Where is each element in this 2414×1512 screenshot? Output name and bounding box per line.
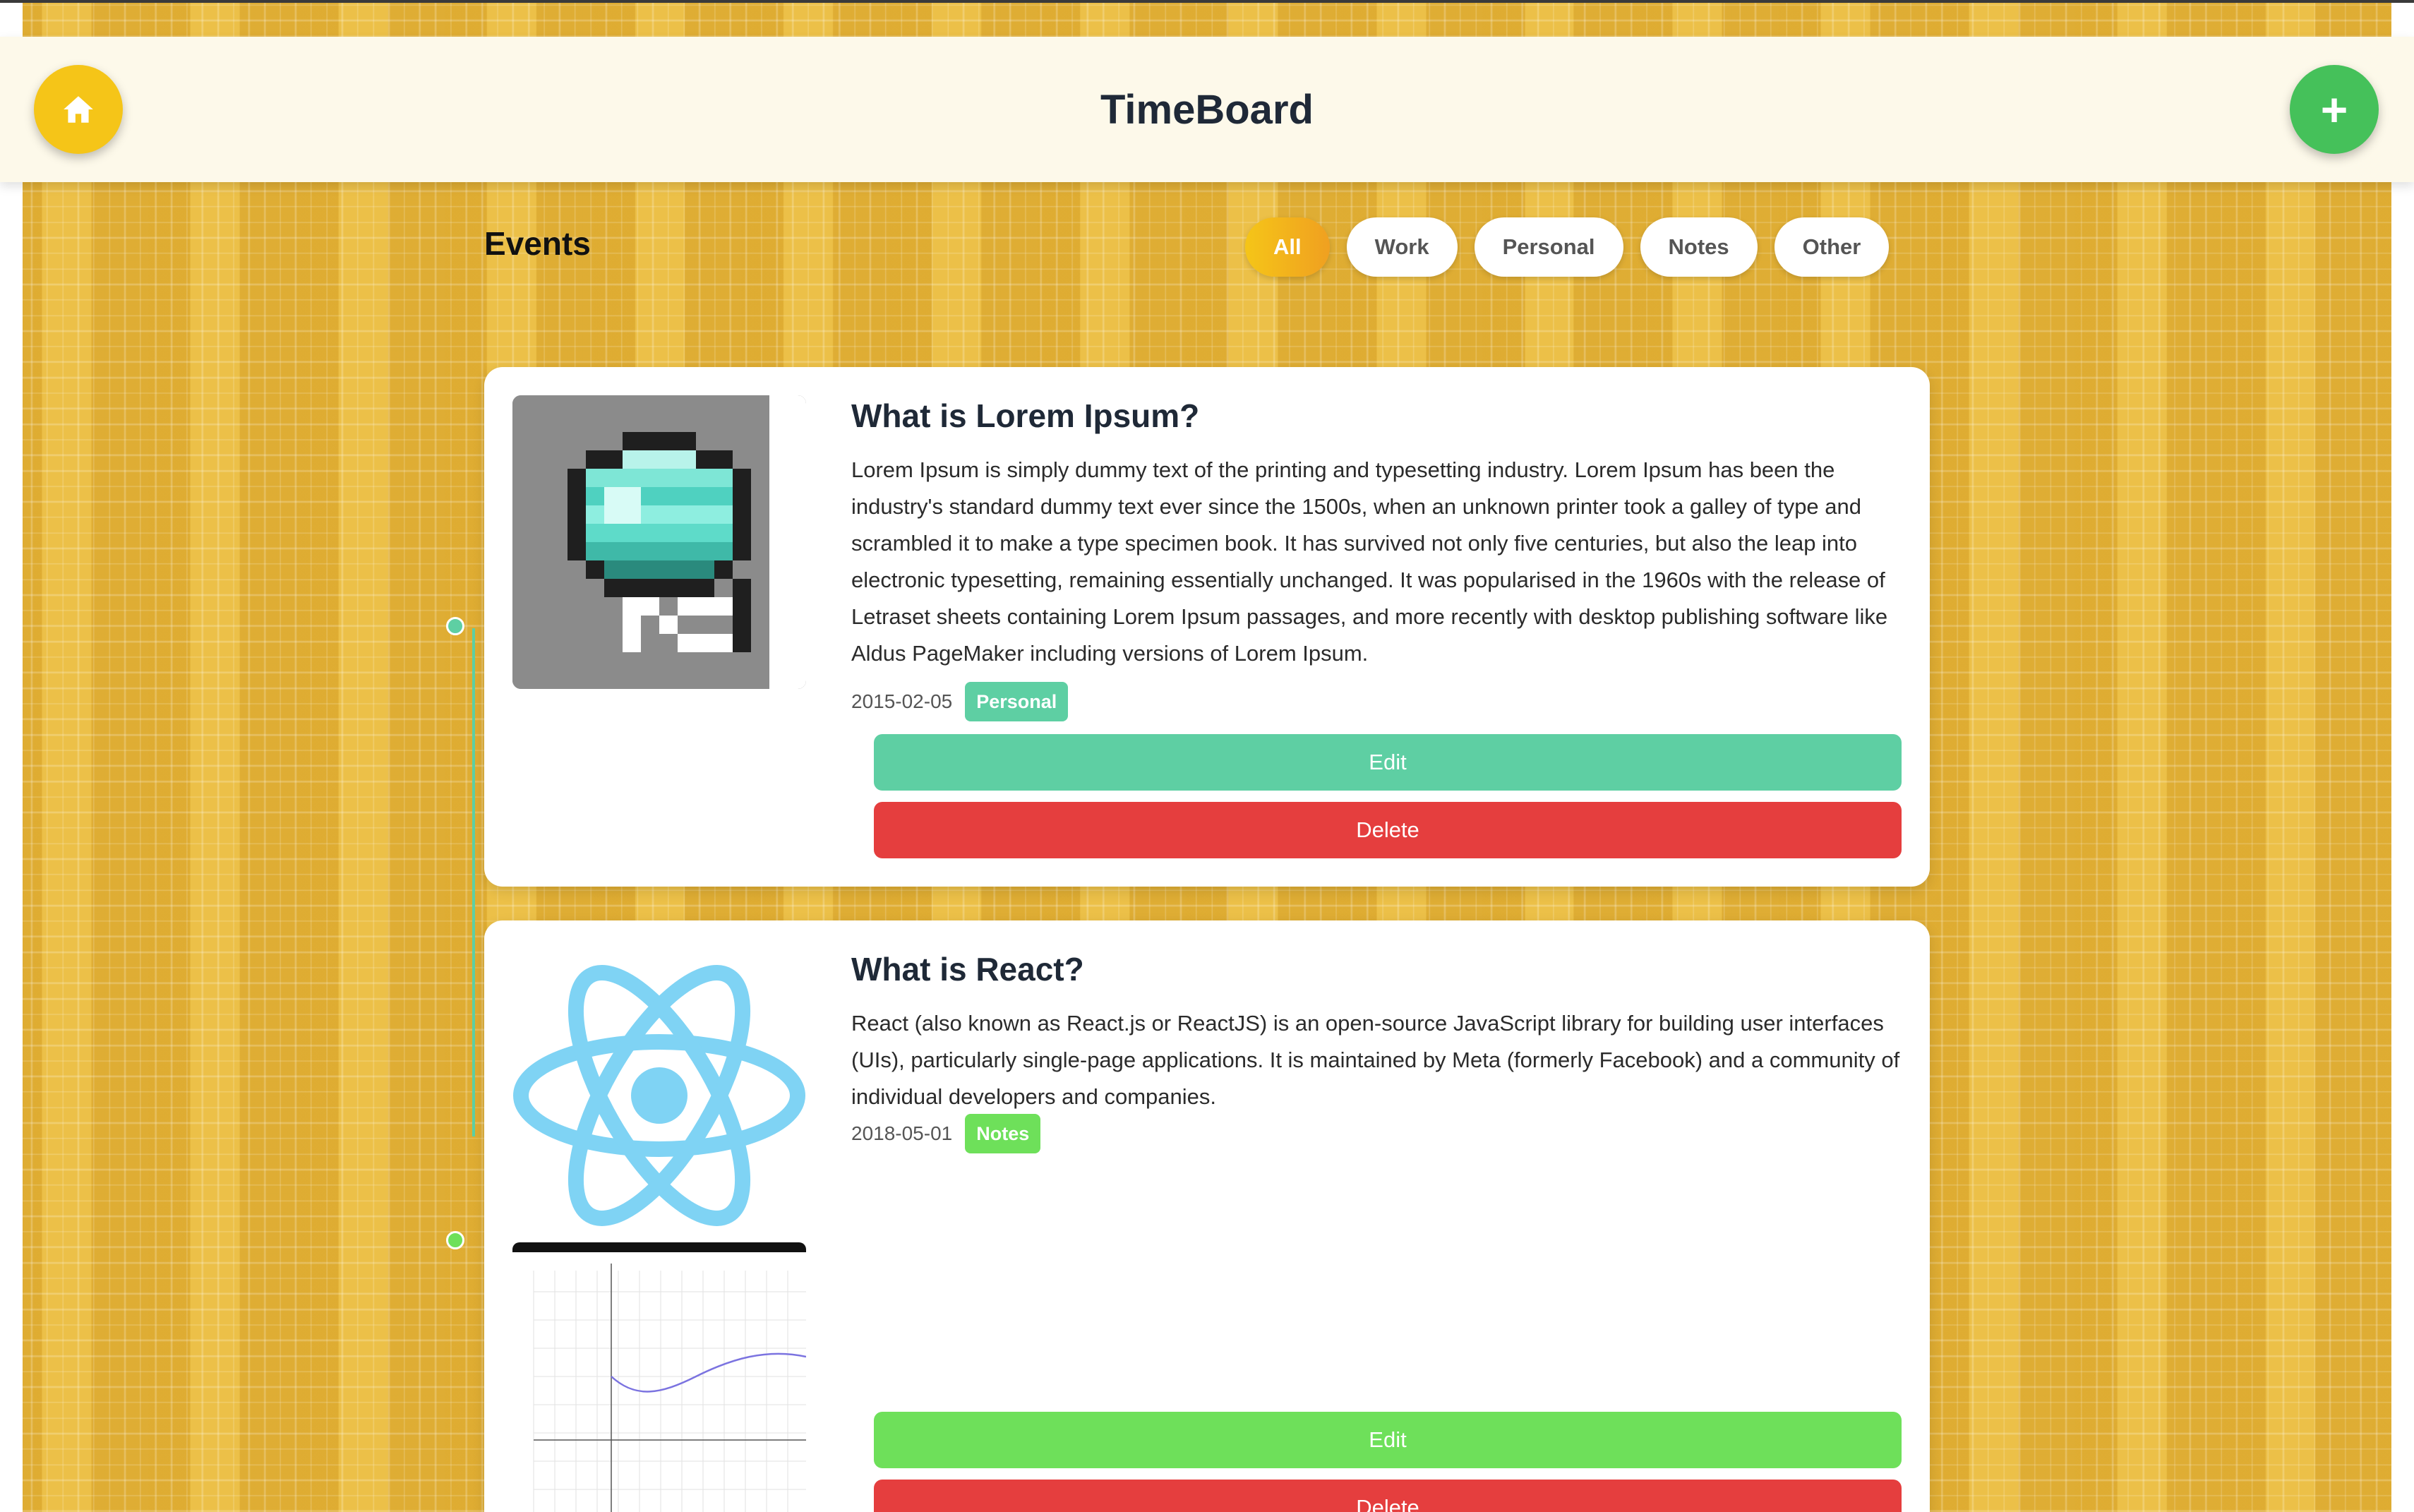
- delete-button[interactable]: Delete: [874, 802, 1902, 858]
- react-logo-icon: [512, 949, 806, 1242]
- timeline-dot: [446, 1231, 464, 1249]
- edit-button[interactable]: Edit: [874, 1412, 1902, 1468]
- event-description: Lorem Ipsum is simply dummy text of the …: [851, 457, 1888, 666]
- event-card: What is Lorem Ipsum? Lorem Ipsum is simp…: [484, 367, 1930, 887]
- filter-all[interactable]: All: [1245, 217, 1330, 277]
- filter-notes[interactable]: Notes: [1640, 217, 1758, 277]
- event-title: What is React?: [851, 951, 1084, 988]
- add-event-button[interactable]: +: [2290, 65, 2379, 154]
- edit-button[interactable]: Edit: [874, 734, 1902, 791]
- app-header: TimeBoard: [0, 37, 2414, 182]
- app-title: TimeBoard: [1100, 86, 1314, 133]
- event-description: React (also known as React.js or ReactJS…: [851, 1011, 1900, 1109]
- category-filters: All Work Personal Notes Other: [1245, 217, 1890, 277]
- filter-work[interactable]: Work: [1346, 217, 1458, 277]
- home-button[interactable]: [34, 65, 123, 154]
- timeline-line: [472, 628, 475, 1136]
- event-card: What is React? React (also known as Reac…: [484, 920, 1930, 1512]
- top-border: [0, 0, 2414, 3]
- event-date: 2018-05-01: [851, 1122, 953, 1144]
- events-heading: Events: [484, 225, 591, 262]
- event-title: What is Lorem Ipsum?: [851, 397, 1200, 434]
- delete-button[interactable]: Delete: [874, 1480, 1902, 1512]
- page-right-border: [2391, 0, 2414, 1512]
- filter-personal[interactable]: Personal: [1474, 217, 1623, 277]
- diamond-pixel-icon: [512, 395, 806, 689]
- graph-screenshot-icon: [512, 1242, 806, 1512]
- plus-icon: +: [2320, 83, 2348, 136]
- category-badge: Personal: [965, 682, 1069, 721]
- event-meta: 2018-05-01 Notes: [851, 1114, 1041, 1153]
- event-date: 2015-02-05: [851, 690, 953, 712]
- event-meta: 2015-02-05 Personal: [851, 682, 1069, 721]
- home-icon: [64, 96, 93, 123]
- page-left-border: [0, 0, 23, 1512]
- timeline-dot: [446, 617, 464, 635]
- category-badge: Notes: [965, 1114, 1041, 1153]
- filter-other[interactable]: Other: [1774, 217, 1890, 277]
